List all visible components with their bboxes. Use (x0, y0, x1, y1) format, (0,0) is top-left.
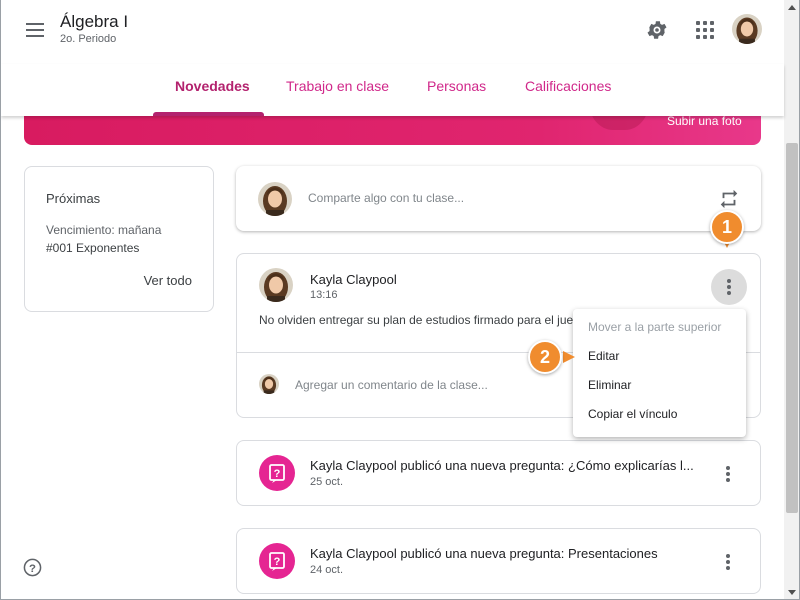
top-bar: Álgebra I 2o. Periodo (1, 0, 784, 64)
question-date: 25 oct. (310, 476, 344, 488)
scrollbar[interactable] (784, 0, 799, 599)
more-vert-icon[interactable] (726, 466, 730, 482)
upcoming-title: Próximas (46, 191, 101, 206)
hamburger-icon[interactable] (21, 16, 49, 44)
apps-grid-icon[interactable] (694, 19, 714, 39)
upcoming-assignment-link[interactable]: #001 Exponentes (46, 241, 139, 255)
repost-icon[interactable] (718, 188, 740, 210)
more-vert-icon[interactable] (726, 554, 730, 570)
menu-item-copy-link[interactable]: Copiar el vínculo (588, 407, 677, 421)
svg-text:?: ? (274, 556, 281, 568)
menu-item-move-to-top: Mover a la parte superior (588, 320, 722, 334)
question-post[interactable]: ? Kayla Claypool publicó una nueva pregu… (236, 528, 761, 594)
active-tab-indicator (153, 112, 264, 116)
post-options-button[interactable] (711, 269, 747, 305)
avatar[interactable] (732, 14, 762, 44)
upload-photo-link[interactable]: Subir una foto (667, 114, 742, 128)
help-icon[interactable]: ? (23, 558, 42, 577)
callout-pointer (563, 351, 575, 363)
avatar (259, 374, 279, 394)
svg-text:?: ? (274, 468, 281, 480)
gear-icon[interactable] (645, 18, 669, 42)
scroll-down-arrow-icon[interactable] (788, 590, 796, 595)
post-options-menu: Mover a la parte superior Editar Elimina… (573, 309, 746, 437)
scroll-up-arrow-icon[interactable] (788, 5, 796, 10)
question-icon: ? (259, 543, 295, 579)
avatar (258, 182, 292, 216)
tab-bar: Novedades Trabajo en clase Personas Cali… (1, 64, 784, 116)
share-box[interactable]: Comparte algo con tu clase... (236, 166, 761, 231)
tab-calificaciones[interactable]: Calificaciones (525, 78, 611, 94)
avatar (259, 268, 293, 302)
class-comment-input[interactable]: Agregar un comentario de la clase... (295, 378, 488, 392)
share-input[interactable]: Comparte algo con tu clase... (308, 191, 464, 205)
question-icon: ? (259, 455, 295, 491)
step-callout-2: 2 (528, 340, 562, 374)
svg-text:?: ? (29, 563, 36, 575)
post-author: Kayla Claypool (310, 272, 397, 287)
classroom-window: Álgebra I 2o. Periodo Novedades Trabajo … (0, 0, 800, 600)
tab-trabajo-en-clase[interactable]: Trabajo en clase (286, 78, 389, 94)
more-vert-icon (727, 279, 731, 295)
upcoming-due: Vencimiento: mañana (46, 223, 162, 237)
class-section: 2o. Periodo (60, 33, 117, 45)
view-all-button[interactable]: Ver todo (144, 273, 192, 288)
question-date: 24 oct. (310, 564, 344, 576)
menu-item-delete[interactable]: Eliminar (588, 378, 631, 392)
tab-personas[interactable]: Personas (427, 78, 486, 94)
post-text: No olviden entregar su plan de estudios … (259, 313, 589, 327)
question-title: Kayla Claypool publicó una nueva pregunt… (310, 546, 658, 561)
post-time: 13:16 (310, 289, 338, 301)
tab-novedades[interactable]: Novedades (175, 78, 250, 94)
question-post[interactable]: ? Kayla Claypool publicó una nueva pregu… (236, 440, 761, 506)
question-title: Kayla Claypool publicó una nueva pregunt… (310, 458, 694, 473)
step-callout-1: 1 (710, 210, 744, 244)
upcoming-card: Próximas Vencimiento: mañana #001 Expone… (24, 166, 214, 312)
scrollbar-thumb[interactable] (786, 143, 798, 513)
class-title[interactable]: Álgebra I (60, 12, 128, 32)
menu-item-edit[interactable]: Editar (588, 349, 619, 363)
